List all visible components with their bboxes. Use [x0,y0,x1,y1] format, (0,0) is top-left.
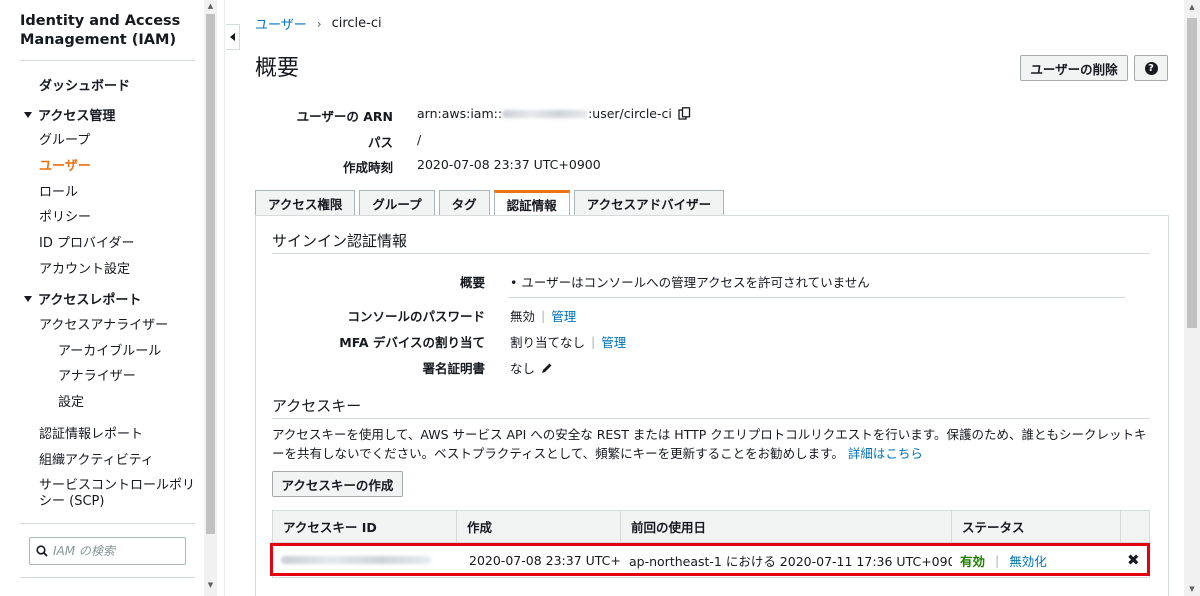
sidebar-item-credential-report[interactable]: 認証情報レポート [39,427,143,443]
main-scrollbar[interactable]: ▲ ▼ [1184,0,1200,596]
console-password-value: 無効 | 管理 [510,306,576,325]
path-value: / [417,132,422,147]
iam-search-box[interactable] [29,537,186,565]
main-scroll-thumb[interactable] [1187,18,1197,328]
page-title: 概要 [255,56,300,81]
sidebar-item-analyzers[interactable]: アナライザー [58,369,136,385]
manage-mfa-link[interactable]: 管理 [601,332,626,351]
tab-groups[interactable]: グループ [359,190,435,215]
scroll-up-icon[interactable]: ▲ [204,0,217,13]
sidebar-item-roles[interactable]: ロール [39,185,78,201]
learn-more-link[interactable]: 詳細はこちら [848,446,923,461]
mfa-label: MFA デバイスの割り当て [339,335,485,350]
scroll-up-icon[interactable]: ▲ [1184,0,1200,14]
breadcrumb-current: circle-ci [331,16,382,31]
search-icon [36,545,48,557]
collapse-sidebar-button[interactable] [226,24,240,50]
delete-user-button[interactable]: ユーザーの削除 [1020,55,1128,81]
scroll-down-icon[interactable]: ▼ [1184,582,1200,596]
separator: | [591,334,596,349]
signing-cert-label: 署名証明書 [422,361,485,376]
sidebar-border [224,0,225,596]
sidebar-item-users[interactable]: ユーザー [39,159,91,175]
breadcrumb-users-link[interactable]: ユーザー [255,14,307,33]
table-header: アクセスキー ID 作成 前回の使用日 ステータス [273,511,1149,543]
sidebar-section-access-reports[interactable]: アクセスレポート [24,293,141,309]
arn-prefix: arn:aws:iam:: [417,106,503,121]
tab-access-advisor[interactable]: アクセスアドバイザー [573,190,725,215]
pencil-icon[interactable] [541,362,553,374]
console-password-label: コンソールのパスワード [347,309,485,324]
sidebar-divider [20,60,195,61]
sidebar-section-label: アクセス管理 [38,109,116,124]
path-label: パス [367,135,393,150]
sidebar-item-access-analyzer[interactable]: アクセスアナライザー [39,318,168,334]
sidebar-item-groups[interactable]: グループ [39,133,90,149]
sidebar-divider [20,577,195,578]
help-icon: ? [1144,61,1158,75]
password-status: 無効 [510,309,536,324]
section-divider [508,297,1125,298]
sidebar-scrollbar[interactable]: ▲ ▼ [204,0,217,596]
access-keys-description: アクセスキーを使用して、AWS サービス API への安全な REST または … [272,425,1152,463]
sidebar-divider [20,523,195,524]
arn-value: arn:aws:iam:: :user/circle-ci [417,106,691,121]
signin-summary-value: • ユーザーはコンソールへの管理アクセスを許可されていません [510,275,870,290]
column-created[interactable]: 作成 [457,511,621,542]
sidebar-item-settings[interactable]: 設定 [58,395,84,411]
copy-icon[interactable] [678,106,691,121]
chevron-left-icon [230,33,235,41]
mfa-value: 割り当てなし | 管理 [510,332,626,351]
column-status[interactable]: ステータス [952,511,1121,542]
separator: | [541,308,546,323]
tab-security-credentials[interactable]: 認証情報 [493,190,570,216]
column-last-used[interactable]: 前回の使用日 [621,511,952,542]
caret-down-icon [24,112,32,118]
highlight-box [270,543,1150,576]
signing-cert-status: なし [510,361,536,376]
signin-summary-label: 概要 [459,275,485,290]
arn-label: ユーザーの ARN [296,109,393,124]
sidebar: Identity and Access Management (IAM) ダッシ… [0,0,204,596]
scroll-down-icon[interactable]: ▼ [204,579,217,592]
sidebar-item-policies[interactable]: ポリシー [39,210,91,226]
sidebar-item-archive-rules[interactable]: アーカイブルール [58,344,161,360]
sidebar-item-dashboard[interactable]: ダッシュボード [39,79,130,95]
section-divider [272,253,1150,254]
caret-down-icon [24,296,32,302]
section-divider [272,418,1150,419]
tab-tags[interactable]: タグ [438,190,490,215]
column-actions [1121,511,1149,542]
sidebar-section-label: アクセスレポート [38,293,142,308]
tab-permissions[interactable]: アクセス権限 [255,190,356,215]
sidebar-section-access-management[interactable]: アクセス管理 [24,109,115,125]
column-access-key-id[interactable]: アクセスキー ID [273,511,457,542]
mfa-status: 割り当てなし [510,335,586,350]
chevron-right-icon: › [316,16,322,31]
redacted-account-id [502,109,589,118]
create-access-key-button[interactable]: アクセスキーの作成 [272,471,403,497]
sidebar-item-scp[interactable]: サービスコントロールポリシー (SCP) [39,478,199,510]
access-keys-section-title: アクセスキー [272,397,362,415]
sidebar-item-id-providers[interactable]: ID プロバイダー [39,236,134,252]
signin-section-title: サインイン認証情報 [272,232,408,250]
created-label: 作成時刻 [342,160,393,175]
iam-search-input[interactable] [53,544,173,558]
created-value: 2020-07-08 23:37 UTC+0900 [417,157,601,172]
access-keys-description-text: アクセスキーを使用して、AWS サービス API への安全な REST または … [272,427,1147,461]
sidebar-scroll-thumb[interactable] [206,14,215,534]
detail-tabs: アクセス権限 グループ タグ 認証情報 アクセスアドバイザー [255,190,725,216]
sidebar-item-org-activity[interactable]: 組織アクティビティ [39,453,154,469]
manage-password-link[interactable]: 管理 [551,306,576,325]
arn-suffix: :user/circle-ci [588,106,672,121]
sidebar-item-account-settings[interactable]: アカウント設定 [39,262,130,278]
help-button[interactable]: ? [1134,55,1168,81]
signing-cert-value: なし [510,358,553,377]
breadcrumb: ユーザー › circle-ci [255,14,382,33]
sidebar-title: Identity and Access Management (IAM) [20,13,181,48]
